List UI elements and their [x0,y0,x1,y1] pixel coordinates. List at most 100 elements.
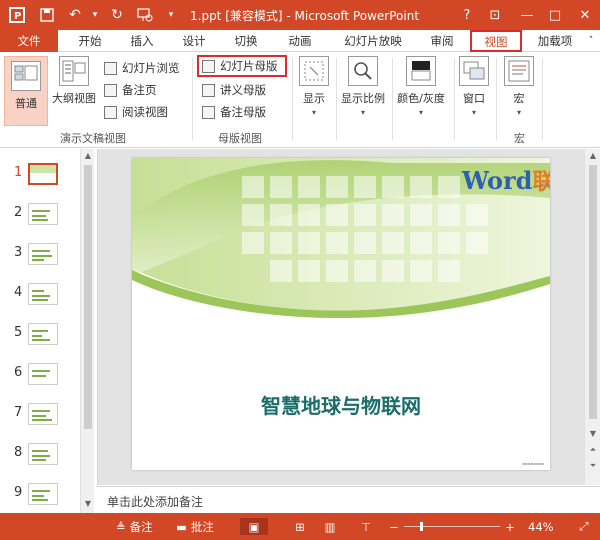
slide-sorter-status-icon[interactable]: ⊞ [290,518,310,535]
ribbon-tabs: 文件 开始 插入 设计 切换 动画 幻灯片放映 审阅 视图 加载项 ˄ [0,30,600,52]
tab-home[interactable]: 开始 [70,30,110,52]
slide-thumbnail[interactable]: 3 [0,241,80,275]
handout-master-label: 讲义母版 [220,83,266,97]
tab-design[interactable]: 设计 [174,30,214,52]
normal-view-status-icon[interactable]: ▣ [240,518,268,535]
color-grayscale-label: 颜色/灰度 [397,92,445,105]
slide-thumbnail[interactable]: 7 [0,401,80,435]
slide-sorter-button[interactable]: 幻灯片浏览 [104,58,180,78]
slide-number: 4 [14,285,23,300]
restore-button[interactable]: □ [542,4,568,26]
slide-canvas[interactable]: Word联盟 www.wordlm.com 智慧地球与物联网 ▪▪▪▪▪▪▪▪ [132,158,550,470]
comments-toggle-label: 批注 [190,519,214,534]
slide-master-button[interactable]: 幻灯片母版 [202,56,278,76]
slide-thumbnail[interactable]: 5 [0,321,80,355]
zoom-percent[interactable]: 44% [528,518,554,535]
tab-addins[interactable]: 加载项 [530,30,580,52]
show-dropdown-icon: ▾ [311,108,316,117]
slide-scrollbar[interactable]: ▲ ▼ ⏶ ⏷ [584,149,600,485]
notes-master-icon [202,105,215,119]
zoom-out-button[interactable]: − [388,518,400,535]
zoom-in-button[interactable]: + [504,518,516,535]
slide-thumbnail[interactable]: 2 [0,201,80,235]
window-button[interactable]: 窗口 ▾ [458,56,490,117]
tab-review[interactable]: 审阅 [420,30,464,52]
slide-number: 6 [14,365,23,380]
slide-number: 7 [14,405,23,420]
tab-view[interactable]: 视图 [470,30,522,52]
slide-number: 2 [14,205,23,220]
slide-background-graphic [132,158,550,319]
redo-icon[interactable]: ↻ [106,4,128,26]
scroll-down-arrow-icon[interactable]: ▼ [83,499,93,509]
zoom-slider-track[interactable] [404,526,500,527]
scroll-down-arrow-icon[interactable]: ▼ [588,429,598,439]
macros-button[interactable]: 宏 ▾ [502,56,536,117]
window-dropdown-icon: ▾ [471,108,476,117]
window-title: 1.ppt [兼容模式] - Microsoft PowerPoint [190,9,420,23]
handout-master-button[interactable]: 讲义母版 [202,80,266,100]
svg-text:P: P [14,11,21,22]
comments-toggle-button[interactable]: ▬ 批注 [176,518,214,535]
notes-master-label: 备注母版 [220,105,266,119]
slide-number: 5 [14,325,23,340]
fit-slide-to-window-icon[interactable]: ⤢ [574,518,594,535]
reading-view-button[interactable]: 阅读视图 [104,102,168,122]
slide-thumbnail[interactable]: 8 [0,441,80,475]
zoom-slider-knob[interactable] [420,522,423,531]
tab-insert[interactable]: 插入 [122,30,162,52]
slide-thumbnail-image [28,243,58,265]
tab-file[interactable]: 文件 [0,30,58,52]
status-bar: ≜ 备注 ▬ 批注 ▣ ⊞ ▥ ⊤ − + 44% ⤢ [0,513,600,540]
scrollbar-thumb[interactable] [84,165,92,429]
scroll-up-arrow-icon[interactable]: ▲ [588,151,598,161]
thumbnail-scrollbar[interactable]: ▲ ▼ [80,149,94,513]
tab-animations[interactable]: 动画 [278,30,322,52]
notes-page-button[interactable]: 备注页 [104,80,157,100]
minimize-button[interactable]: — [514,4,540,26]
notes-page-icon [104,83,117,97]
ribbon: 普通 大纲视图 幻灯片浏览 备注页 阅读视图 演示文稿视图 幻灯片母版 讲义母版… [0,52,600,148]
scroll-up-arrow-icon[interactable]: ▲ [83,151,93,161]
close-button[interactable]: ✕ [572,4,598,26]
previous-slide-icon[interactable]: ⏶ [588,445,598,455]
from-beginning-icon[interactable] [134,4,156,26]
scrollbar-thumb[interactable] [589,165,597,419]
show-button[interactable]: 显示 ▾ [298,56,330,117]
notes-pane[interactable]: 单击此处添加备注 [97,486,600,513]
save-icon[interactable] [36,4,58,26]
undo-icon[interactable]: ↶ [64,4,86,26]
slide-title[interactable]: 智慧地球与物联网 [132,390,550,419]
color-grayscale-icon [406,56,436,86]
reading-view-status-icon[interactable]: ▥ [320,518,340,535]
collapse-ribbon-icon[interactable]: ˄ [584,30,598,52]
zoom-button[interactable]: 显示比例 ▾ [338,56,388,117]
notes-icon: ≜ [116,519,126,534]
ribbon-display-options-icon[interactable]: ⊡ [482,4,508,26]
slide-thumbnail[interactable]: 4 [0,281,80,315]
tab-slide-show[interactable]: 幻灯片放映 [336,30,410,52]
customize-quick-access-icon[interactable]: ▾ [160,4,182,26]
ribbon-separator [454,58,455,140]
slide-thumbnail[interactable]: 1 [0,161,80,195]
window-label: 窗口 [463,92,485,105]
undo-dropdown-icon[interactable]: ▾ [84,4,106,26]
tab-transitions[interactable]: 切换 [226,30,266,52]
zoom-dropdown-icon: ▾ [360,108,365,117]
outline-view-icon [59,56,89,86]
notes-toggle-button[interactable]: ≜ 备注 [116,518,153,535]
normal-view-button[interactable]: 普通 [4,56,48,126]
slide-thumbnail[interactable]: 9 [0,481,80,515]
color-grayscale-button[interactable]: 颜色/灰度 ▾ [392,56,450,117]
ribbon-separator [496,58,497,140]
help-icon[interactable]: ? [454,4,480,26]
slide-show-status-icon[interactable]: ⊤ [356,518,376,535]
next-slide-icon[interactable]: ⏷ [588,461,598,471]
slide-thumbnail-image [28,163,58,185]
slide-thumbnail[interactable]: 6 [0,361,80,395]
window-icon [459,56,489,86]
handout-master-icon [202,83,215,97]
ribbon-separator [542,58,543,140]
notes-master-button[interactable]: 备注母版 [202,102,266,122]
outline-view-button[interactable]: 大纲视图 [50,56,98,106]
